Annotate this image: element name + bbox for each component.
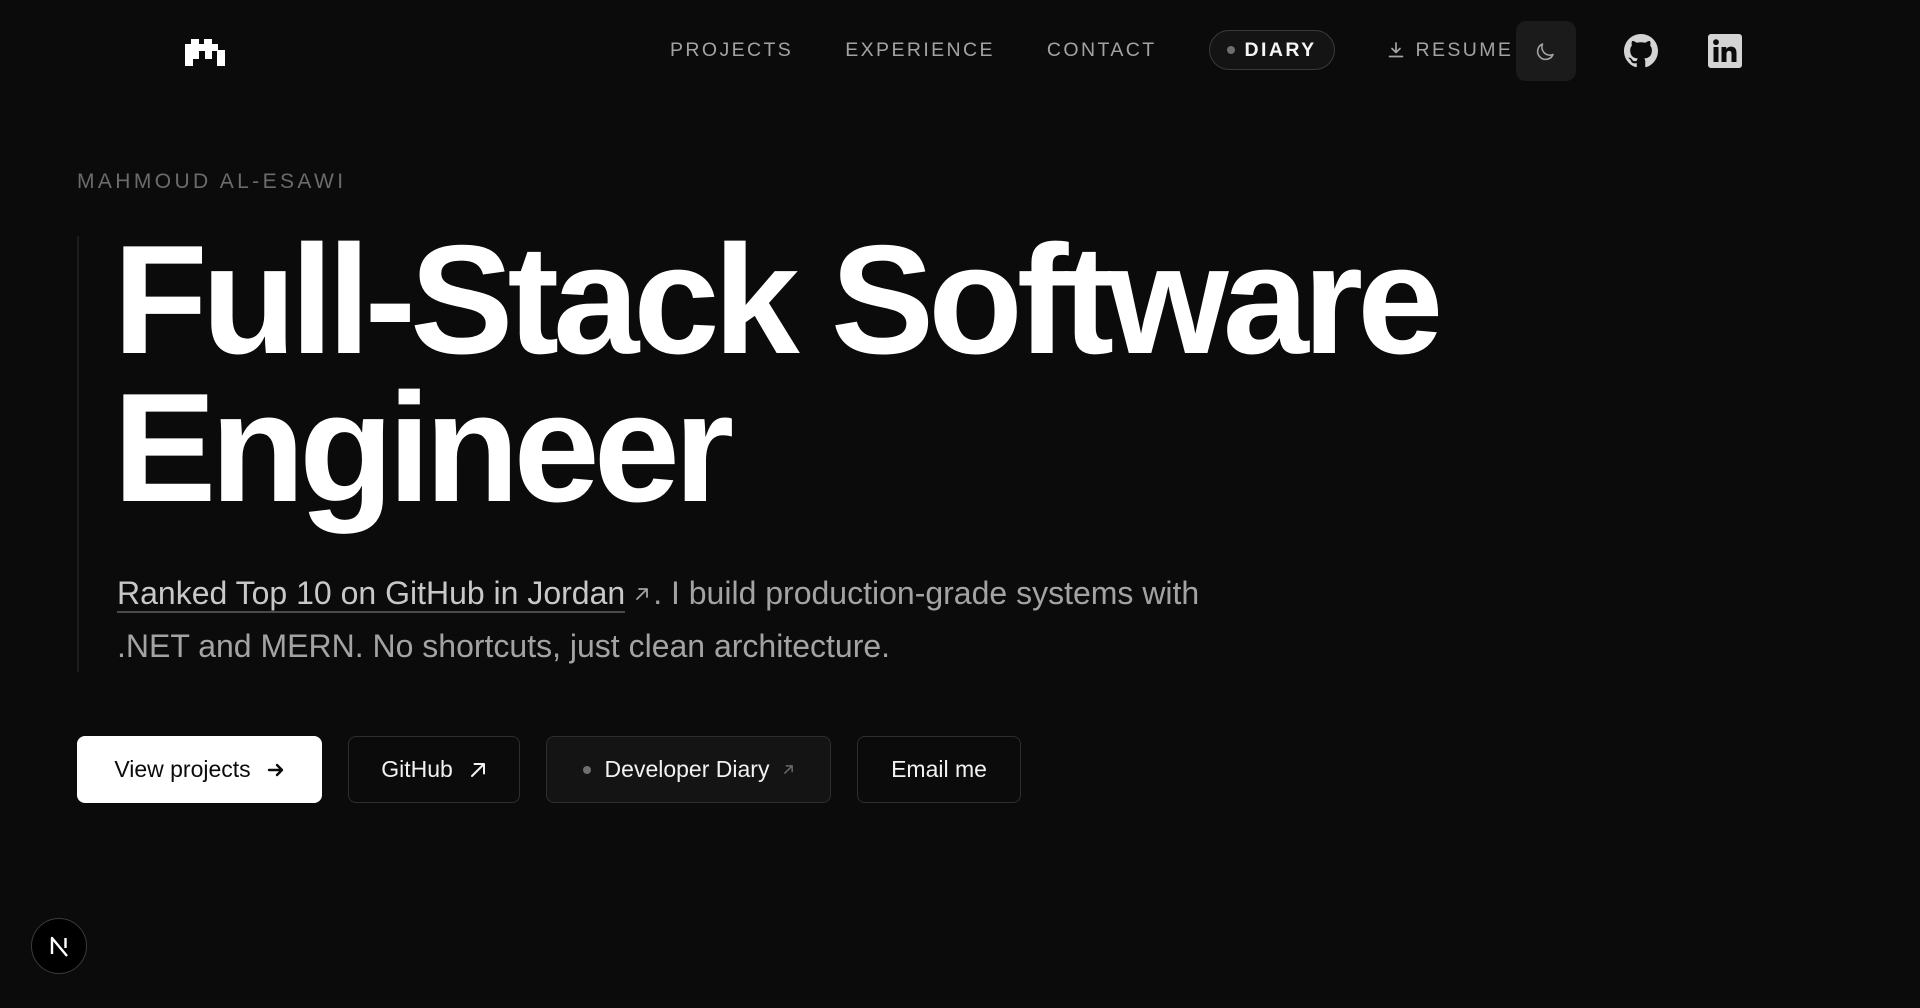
email-me-button[interactable]: Email me (857, 736, 1021, 803)
moon-icon (1536, 43, 1554, 61)
arrow-right-icon (267, 763, 283, 776)
developer-diary-button[interactable]: Developer Diary (546, 736, 831, 803)
arrow-up-right-icon (784, 765, 794, 774)
view-projects-label: View projects (114, 756, 251, 782)
download-icon (1389, 42, 1404, 58)
arrow-up-right-icon (636, 588, 649, 600)
hero-eyebrow-name: MAHMOUD AL-ESAWI (77, 170, 347, 193)
nav-diary-pill[interactable]: DIARY (1208, 30, 1336, 70)
nav-experience-link[interactable]: EXPERIENCE (845, 39, 995, 62)
hero-cta-row: View projects GitHub Developer Diary Ema… (77, 736, 1021, 803)
github-button[interactable]: GitHub (348, 736, 520, 803)
next-dev-badge[interactable] (31, 918, 87, 974)
arrow-up-right-icon (470, 762, 485, 777)
nav-resume-label: RESUME (1415, 38, 1514, 61)
theme-toggle-button[interactable] (1516, 21, 1576, 81)
hero-accent-bar (77, 236, 79, 672)
developer-diary-label: Developer Diary (604, 756, 770, 782)
hero-headline: Full-Stack Software Engineer (113, 222, 1443, 525)
email-me-label: Email me (891, 756, 987, 782)
status-dot-icon (1226, 46, 1235, 54)
hero-subtitle: Ranked Top 10 on GitHub in Jordan. I bui… (117, 567, 1217, 673)
nav-diary-label: DIARY (1244, 38, 1317, 61)
m-logo-icon[interactable] (185, 36, 225, 66)
nav-projects-link[interactable]: PROJECTS (670, 39, 793, 62)
github-icon[interactable] (1624, 34, 1658, 68)
status-dot-icon (582, 765, 591, 774)
nav-resume-link[interactable]: RESUME (1387, 39, 1513, 62)
hero-headline-line-2: Engineer (113, 361, 734, 534)
main-nav: PROJECTS EXPERIENCE CONTACT DIARY RESUME (640, 28, 1513, 72)
linkedin-icon[interactable] (1708, 34, 1742, 68)
nav-contact-link[interactable]: CONTACT (1047, 39, 1157, 62)
github-ranking-link[interactable]: Ranked Top 10 on GitHub in Jordan (117, 575, 626, 613)
view-projects-button[interactable]: View projects (77, 736, 322, 803)
github-button-label: GitHub (381, 756, 453, 782)
next-n-icon (50, 936, 68, 957)
